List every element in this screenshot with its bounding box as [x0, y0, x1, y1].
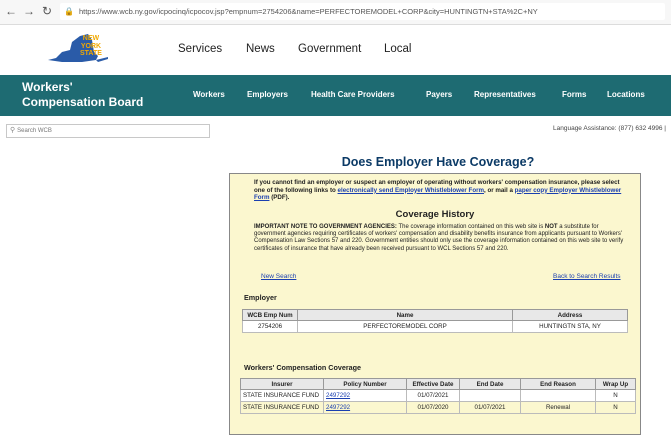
search-icon: ⚲ [10, 127, 16, 134]
electronic-whistleblower-link[interactable]: electronically send Employer Whistleblow… [338, 187, 484, 194]
end-reason-cell: Renewal [520, 401, 596, 414]
nav-workers[interactable]: Workers [193, 90, 225, 99]
employer-table: WCB Emp Num Name Address 2754206 PERFECT… [242, 309, 628, 333]
col-name: Name [297, 309, 513, 321]
coverage-panel: If you cannot find an employer or suspec… [229, 173, 641, 435]
col-end-date: End Date [459, 378, 521, 390]
important-not: NOT [544, 224, 558, 230]
table-row: STATE INSURANCE FUND 2497292 01/07/2020 … [240, 401, 636, 414]
col-effective-date: Effective Date [406, 378, 460, 390]
end-reason-cell [520, 389, 596, 402]
url-text: https://www.wcb.ny.gov/icpocinq/icpocov.… [78, 7, 538, 16]
nav-forms[interactable]: Forms [562, 90, 586, 99]
search-input[interactable]: ⚲ Search WCB [6, 124, 210, 138]
logo-text-new: NEW [82, 35, 100, 42]
reload-icon[interactable]: ↻ [40, 4, 54, 18]
col-policy-number: Policy Number [323, 378, 407, 390]
employer-emp-num: 2754206 [242, 320, 298, 333]
whistleblower-intro: If you cannot find an employer or suspec… [254, 179, 624, 202]
url-field[interactable]: 🔒 https://www.wcb.ny.gov/icpocinq/icpocov… [60, 3, 665, 20]
site-header: NEW YORK STATE Services News Government … [0, 25, 671, 75]
policy-number-link[interactable]: 2497292 [326, 404, 350, 411]
insurer-cell: STATE INSURANCE FUND [240, 401, 324, 414]
policy-number-link[interactable]: 2497292 [326, 392, 350, 399]
nav-government[interactable]: Government [298, 43, 361, 55]
intro-text-2: , or mail a [484, 186, 515, 194]
col-address: Address [512, 309, 628, 321]
nav-representatives[interactable]: Representatives [474, 90, 536, 99]
nav-payers[interactable]: Payers [426, 90, 452, 99]
government-agency-note: IMPORTANT NOTE TO GOVERNMENT AGENCIES: T… [254, 224, 624, 253]
end-date-cell: 01/07/2021 [459, 401, 521, 414]
lock-icon: 🔒 [64, 7, 74, 16]
employer-header-row: WCB Emp Num Name Address [242, 309, 628, 321]
effective-date-cell: 01/07/2021 [406, 389, 460, 402]
nav-local[interactable]: Local [384, 43, 412, 55]
browser-address-bar: ← → ↻ 🔒 https://www.wcb.ny.gov/icpocinq/i… [0, 0, 671, 25]
effective-date-cell: 01/07/2020 [406, 401, 460, 414]
back-arrow-icon[interactable]: ← [4, 4, 18, 18]
nav-employers[interactable]: Employers [247, 90, 288, 99]
table-row: 2754206 PERFECTOREMODEL CORP HUNTINGTN S… [242, 320, 628, 333]
col-insurer: Insurer [240, 378, 324, 390]
coverage-header-row: Insurer Policy Number Effective Date End… [240, 378, 636, 390]
logo-text-york: YORK [80, 42, 102, 50]
intro-text-3: (PDF). [269, 194, 290, 202]
col-wcb-emp-num: WCB Emp Num [242, 309, 298, 321]
logo-text-state: STATE [80, 50, 102, 57]
employer-section-label: Employer [244, 293, 277, 302]
wrap-up-cell: N [595, 401, 636, 414]
col-wrap-up: Wrap Up [595, 378, 636, 390]
end-date-cell [459, 389, 521, 402]
insurer-cell: STATE INSURANCE FUND [240, 389, 324, 402]
important-text-a: The coverage information contained on th… [396, 224, 545, 230]
nav-services[interactable]: Services [178, 43, 222, 55]
agency-nav-bar: Workers' Compensation Board Workers Empl… [0, 75, 671, 116]
wc-coverage-section-label: Workers' Compensation Coverage [244, 363, 362, 372]
col-end-reason: End Reason [520, 378, 596, 390]
wc-coverage-table: Insurer Policy Number Effective Date End… [240, 378, 636, 414]
new-search-link[interactable]: New Search [261, 273, 296, 280]
page-title: Does Employer Have Coverage? [341, 155, 535, 169]
back-to-results-link[interactable]: Back to Search Results [553, 273, 621, 280]
nav-news[interactable]: News [246, 43, 275, 55]
table-row: STATE INSURANCE FUND 2497292 01/07/2021 … [240, 389, 636, 402]
brand-line-1: Workers' [22, 80, 73, 94]
ny-state-logo[interactable]: NEW YORK STATE [42, 30, 110, 70]
wrap-up-cell: N [595, 389, 636, 402]
important-label: IMPORTANT NOTE TO GOVERNMENT AGENCIES: [254, 224, 397, 230]
nav-health-care-providers[interactable]: Health Care Providers [311, 90, 395, 99]
brand-line-2: Compensation Board [22, 95, 144, 109]
nav-locations[interactable]: Locations [607, 90, 645, 99]
forward-arrow-icon[interactable]: → [22, 4, 36, 18]
language-assistance[interactable]: Language Assistance: (877) 632 4996 | [553, 125, 666, 132]
employer-address: HUNTINGTN STA, NY [512, 320, 628, 333]
agency-brand[interactable]: Workers' Compensation Board [22, 80, 143, 110]
search-placeholder: Search WCB [17, 128, 52, 134]
coverage-history-title: Coverage History [395, 209, 475, 220]
employer-name: PERFECTOREMODEL CORP [297, 320, 513, 333]
